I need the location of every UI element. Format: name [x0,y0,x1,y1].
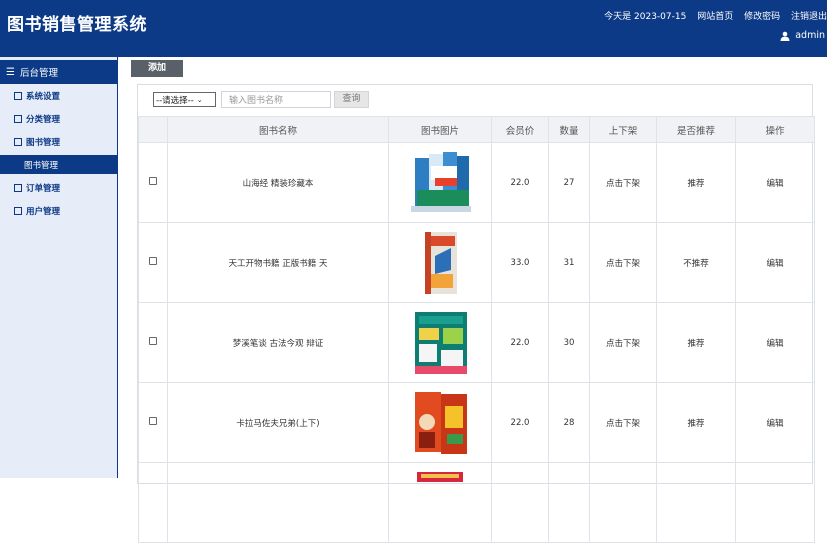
header-book-name: 图书名称 [167,116,389,143]
book-cover-image [425,231,457,294]
book-table: 图书名称 图书图片 会员价 数量 上下架 是否推荐 操作 山海经 精装珍藏本 2… [138,116,815,543]
book-cover-image [417,471,463,482]
book-name: 天工开物书籍 正版书籍 天 [167,222,389,303]
header-recommend: 是否推荐 [656,116,736,143]
square-icon [14,183,22,192]
sidebar-item-users[interactable]: 用户管理 [0,199,117,222]
book-name-input[interactable]: 输入图书名称 [221,91,331,108]
table-row: 天工开物书籍 正版书籍 天 33.0 31 点击下架 不推荐 编辑 [138,222,815,303]
sidebar-item-label: 图书管理 [24,160,59,171]
main-content: 添加 --请选择-- ⌄ 输入图书名称 查询 图书名称 图书图片 会员价 数量 … [131,57,827,543]
sidebar-title: ☰ 后台管理 [0,60,117,84]
edit-link[interactable]: 编辑 [735,302,815,383]
header-book-image: 图书图片 [388,116,492,143]
book-name [167,462,389,543]
sidebar-item-system-settings[interactable]: 系统设置 [0,84,117,107]
book-cover-image [411,151,471,212]
table-row: 卡拉马佐夫兄弟(上下) 22.0 28 点击下架 推荐 编辑 [138,382,815,463]
header-select [138,116,168,143]
unshelve-link[interactable]: 点击下架 [589,302,657,383]
table-row: 山海经 精装珍藏本 22.0 27 点击下架 推荐 编辑 [138,142,815,223]
table-header-row: 图书名称 图书图片 会员价 数量 上下架 是否推荐 操作 [138,116,815,143]
sidebar-item-label: 系统设置 [26,91,61,102]
book-image-cell [388,462,492,543]
member-price: 33.0 [491,222,549,303]
top-header: 图书销售管理系统 今天是 2023-07-15 网站首页 修改密码 注销退出 a… [0,0,827,57]
quantity: 30 [548,302,590,383]
sidebar: ☰ 后台管理 系统设置 分类管理 图书管理 图书管理 订单管理 用户管理 [0,57,118,478]
home-link[interactable]: 网站首页 [697,12,733,22]
header-shelf-status: 上下架 [589,116,657,143]
member-price: 22.0 [491,302,549,383]
edit-link[interactable]: 编辑 [735,382,815,463]
row-checkbox[interactable] [149,257,157,265]
book-image-cell [388,382,492,463]
book-list-panel: --请选择-- ⌄ 输入图书名称 查询 图书名称 图书图片 会员价 数量 上下架… [137,84,815,543]
recommend-toggle[interactable]: 推荐 [656,382,736,463]
user-info[interactable]: admin [780,30,825,41]
header-member-price: 会员价 [491,116,549,143]
book-name: 梦溪笔谈 古法今观 辩证 [167,302,389,383]
unshelve-link[interactable]: 点击下架 [589,382,657,463]
book-image-cell [388,302,492,383]
add-button[interactable]: 添加 [131,60,183,77]
sidebar-item-books[interactable]: 图书管理 [0,130,117,153]
sidebar-item-orders[interactable]: 订单管理 [0,176,117,199]
book-cover-image [415,311,467,374]
chevron-down-icon: ⌄ [196,95,203,104]
header-quantity: 数量 [548,116,590,143]
sidebar-item-label: 分类管理 [26,114,61,125]
category-select[interactable]: --请选择-- ⌄ [153,92,216,107]
quantity: 27 [548,142,590,223]
search-bar: --请选择-- ⌄ 输入图书名称 查询 [153,91,369,108]
recommend-toggle[interactable]: 推荐 [656,302,736,383]
book-cover-image [415,391,467,454]
book-name: 卡拉马佐夫兄弟(上下) [167,382,389,463]
logout-link[interactable]: 注销退出 [791,12,827,22]
member-price: 22.0 [491,382,549,463]
header-actions: 操作 [735,116,815,143]
member-price: 22.0 [491,142,549,223]
sidebar-item-label: 用户管理 [26,206,61,217]
book-image-cell [388,142,492,223]
sidebar-title-label: 后台管理 [19,68,58,79]
square-icon [14,137,22,146]
table-row [138,462,815,543]
username: admin [795,30,825,41]
recommend-toggle[interactable]: 推荐 [656,142,736,223]
row-checkbox[interactable] [149,177,157,185]
edit-link[interactable]: 编辑 [735,222,815,303]
menu-icon: ☰ [6,66,15,78]
sidebar-item-label: 图书管理 [26,137,61,148]
sidebar-item-label: 订单管理 [26,183,61,194]
user-icon [780,31,790,41]
change-password-link[interactable]: 修改密码 [744,12,780,22]
book-name: 山海经 精装珍藏本 [167,142,389,223]
category-select-value: --请选择-- [156,95,194,106]
app-title: 图书销售管理系统 [7,15,147,35]
square-icon [14,91,22,100]
quantity: 28 [548,382,590,463]
book-image-cell [388,222,492,303]
quantity: 31 [548,222,590,303]
book-name-placeholder: 输入图书名称 [229,96,284,106]
top-links: 今天是 2023-07-15 网站首页 修改密码 注销退出 [596,9,827,22]
recommend-toggle[interactable]: 不推荐 [656,222,736,303]
square-icon [14,206,22,215]
edit-link[interactable]: 编辑 [735,142,815,223]
sidebar-subitem-books-active[interactable]: 图书管理 [0,155,117,174]
date-text: 今天是 2023-07-15 [604,12,687,22]
row-checkbox[interactable] [149,337,157,345]
row-checkbox[interactable] [149,417,157,425]
unshelve-link[interactable]: 点击下架 [589,142,657,223]
search-button[interactable]: 查询 [334,91,369,108]
square-icon [14,114,22,123]
sidebar-item-categories[interactable]: 分类管理 [0,107,117,130]
unshelve-link[interactable]: 点击下架 [589,222,657,303]
table-row: 梦溪笔谈 古法今观 辩证 22.0 30 点击下架 推荐 编辑 [138,302,815,383]
